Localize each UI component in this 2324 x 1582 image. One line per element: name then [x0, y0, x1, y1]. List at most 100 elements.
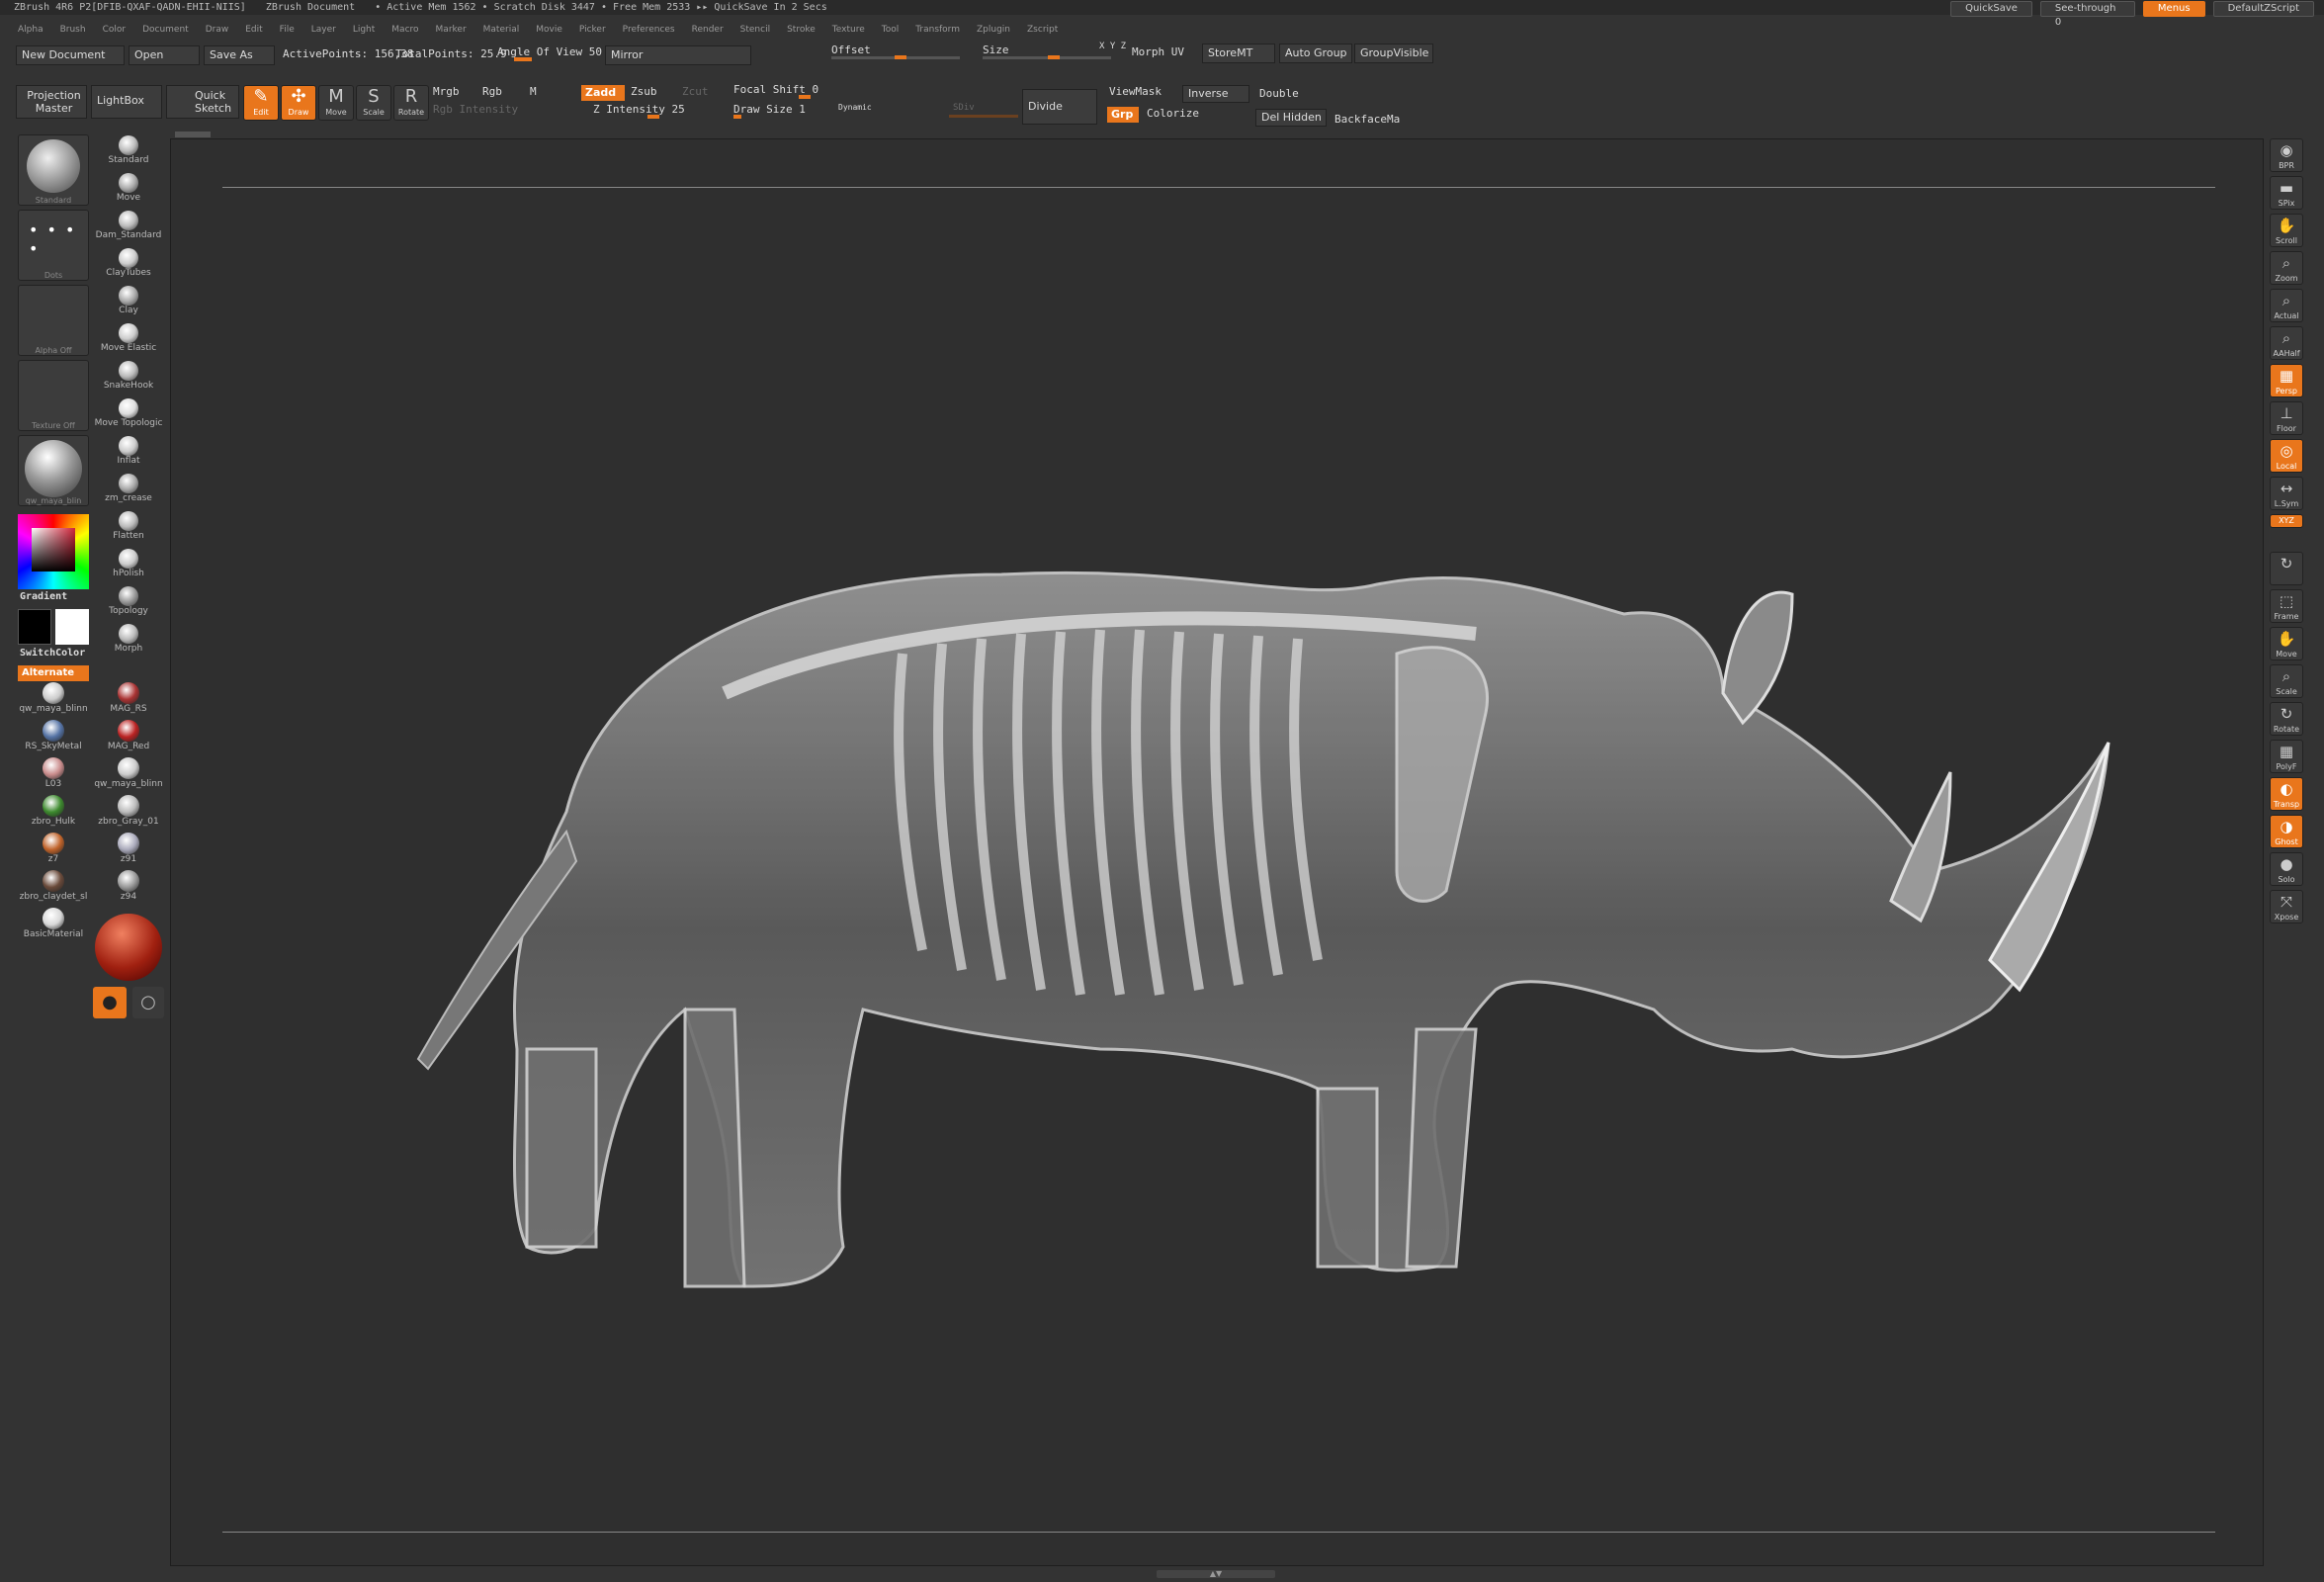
grp-button[interactable]: Grp [1107, 107, 1139, 123]
storemt-button[interactable]: StoreMT [1202, 44, 1275, 63]
rightbar-xpose-button[interactable]: ⤧ Xpose [2270, 890, 2303, 923]
material-qw-maya-blinn[interactable]: qw_maya_blinn [93, 757, 164, 793]
rightbar-ghost-button[interactable]: ◑ Ghost [2270, 815, 2303, 848]
dynamic-button[interactable]: Dynamic [838, 103, 872, 112]
zsub-button[interactable]: Zsub [631, 85, 657, 98]
brush-claytubes[interactable]: ClayTubes [93, 248, 164, 284]
size-slider[interactable]: Size [983, 44, 1009, 56]
menu-preferences[interactable]: Preferences [623, 22, 675, 38]
rightbar-xyz-button[interactable]: XYZ [2270, 514, 2303, 528]
material-zbro-claydet-sl[interactable]: zbro_claydet_sl [18, 870, 89, 906]
size-knob[interactable] [1048, 55, 1060, 59]
brush-dam-standard[interactable]: Dam_Standard [93, 211, 164, 246]
rightbar-scroll-button[interactable]: ✋ Scroll [2270, 214, 2303, 247]
angle-of-view-knob[interactable] [514, 57, 532, 61]
menu-texture[interactable]: Texture [832, 22, 865, 38]
menu-tool[interactable]: Tool [882, 22, 899, 38]
quick-sketch-button[interactable]: Quick Sketch [166, 85, 239, 119]
material-l03[interactable]: L03 [18, 757, 89, 793]
new-document-button[interactable]: New Document [16, 45, 125, 65]
rightbar-zoom-button[interactable]: ⌕ Zoom [2270, 251, 2303, 285]
scroll-tab[interactable] [175, 132, 211, 137]
group-visible-button[interactable]: GroupVisible [1354, 44, 1433, 63]
zcut-button[interactable]: Zcut [682, 85, 709, 98]
rightbar-actual-button[interactable]: ⌕ Actual [2270, 289, 2303, 322]
inverse-button[interactable]: Inverse [1182, 85, 1249, 103]
menu-light[interactable]: Light [353, 22, 375, 38]
rightbar-spix-button[interactable]: ▬ SPix [2270, 176, 2303, 210]
menus-button[interactable]: Menus [2142, 1, 2205, 17]
alpha-tile[interactable]: Alpha Off [18, 285, 89, 356]
rightbar-rotate-mode-button[interactable]: ↻ [2270, 552, 2303, 585]
menu-layer[interactable]: Layer [311, 22, 336, 38]
draw-size-knob[interactable] [733, 115, 741, 119]
rightbar-frame-button[interactable]: ⬚ Frame [2270, 589, 2303, 623]
sdiv-slider[interactable]: SDiv [953, 103, 975, 113]
brush-snakehook[interactable]: SnakeHook [93, 361, 164, 396]
rightbar-transp-button[interactable]: ◐ Transp [2270, 777, 2303, 811]
draw-button[interactable]: ✣ Draw [281, 85, 316, 121]
menu-alpha[interactable]: Alpha [18, 22, 43, 38]
m-button[interactable]: M [530, 85, 537, 98]
menu-stroke[interactable]: Stroke [787, 22, 816, 38]
rightbar-persp-button[interactable]: ▦ Persp [2270, 364, 2303, 397]
projection-master-button[interactable]: Projection Master [16, 85, 87, 119]
color-picker-square[interactable] [32, 528, 75, 571]
rightbar-l-sym-button[interactable]: ↔ L.Sym [2270, 477, 2303, 510]
rhino-xray-model[interactable] [309, 436, 2118, 1306]
material-zbro-hulk[interactable]: zbro_Hulk [18, 795, 89, 831]
size-track[interactable] [983, 56, 1111, 59]
edit-button[interactable]: ✎ Edit [243, 85, 279, 121]
del-hidden-button[interactable]: Del Hidden [1255, 109, 1327, 127]
menu-document[interactable]: Document [142, 22, 189, 38]
rgb-button[interactable]: Rgb [482, 85, 502, 98]
focal-shift-knob[interactable] [799, 95, 811, 99]
brush-morph[interactable]: Morph [93, 624, 164, 659]
backface-mask-button[interactable]: BackfaceMa [1334, 113, 1400, 126]
menu-movie[interactable]: Movie [536, 22, 562, 38]
light-off-icon[interactable]: ○ [132, 987, 164, 1018]
gradient-toggle[interactable]: Gradient [20, 591, 67, 602]
auto-group-button[interactable]: Auto Group [1279, 44, 1352, 63]
colorize-button[interactable]: Colorize [1147, 107, 1199, 120]
rightbar-floor-button[interactable]: ⊥ Floor [2270, 401, 2303, 435]
secondary-color-swatch[interactable] [55, 609, 89, 645]
color-picker[interactable] [18, 514, 89, 589]
angle-of-view-slider[interactable]: Angle Of View 50 [497, 45, 602, 58]
menu-edit[interactable]: Edit [245, 22, 262, 38]
menu-color[interactable]: Color [103, 22, 127, 38]
menu-zscript[interactable]: Zscript [1027, 22, 1058, 38]
brush-flatten[interactable]: Flatten [93, 511, 164, 547]
material-z7[interactable]: z7 [18, 833, 89, 868]
brush-move-elastic[interactable]: Move Elastic [93, 323, 164, 359]
brush-inflat[interactable]: Inflat [93, 436, 164, 472]
material-rs-skymetal[interactable]: RS_SkyMetal [18, 720, 89, 755]
lightbulb-icon[interactable]: ● [93, 987, 127, 1018]
save-as-button[interactable]: Save As [204, 45, 275, 65]
menu-render[interactable]: Render [692, 22, 724, 38]
menu-transform[interactable]: Transform [915, 22, 960, 38]
alternate-button[interactable]: Alternate [18, 665, 89, 681]
menu-marker[interactable]: Marker [436, 22, 467, 38]
stroke-tile[interactable]: • • • • Dots [18, 210, 89, 281]
brush-move[interactable]: Move [93, 173, 164, 209]
z-intensity-slider[interactable]: Z Intensity 25 [593, 103, 685, 116]
material-zbro-gray-01[interactable]: zbro_Gray_01 [93, 795, 164, 831]
default-zscript-button[interactable]: DefaultZScript [2212, 1, 2314, 17]
z-intensity-knob[interactable] [647, 115, 659, 119]
brush-topology[interactable]: Topology [93, 586, 164, 622]
rightbar-rotate-button[interactable]: ↻ Rotate [2270, 702, 2303, 736]
menu-macro[interactable]: Macro [391, 22, 418, 38]
rightbar-aahalf-button[interactable]: ⌕ AAHalf [2270, 326, 2303, 360]
brush-zm-crease[interactable]: zm_crease [93, 474, 164, 509]
menu-stencil[interactable]: Stencil [740, 22, 770, 38]
switchcolor-button[interactable]: SwitchColor [20, 648, 85, 659]
brush-move-topologic[interactable]: Move Topologic [93, 398, 164, 434]
offset-slider[interactable]: Offset [831, 44, 871, 56]
rightbar-polyf-button[interactable]: ▦ PolyF [2270, 740, 2303, 773]
see-through-slider[interactable]: See-through 0 [2039, 1, 2135, 28]
rgb-intensity-slider[interactable]: Rgb Intensity [433, 103, 518, 116]
lightbox-button[interactable]: LightBox [91, 85, 162, 119]
menu-picker[interactable]: Picker [579, 22, 606, 38]
bottom-shelf-handle[interactable]: ▲▼ [1157, 1570, 1275, 1578]
